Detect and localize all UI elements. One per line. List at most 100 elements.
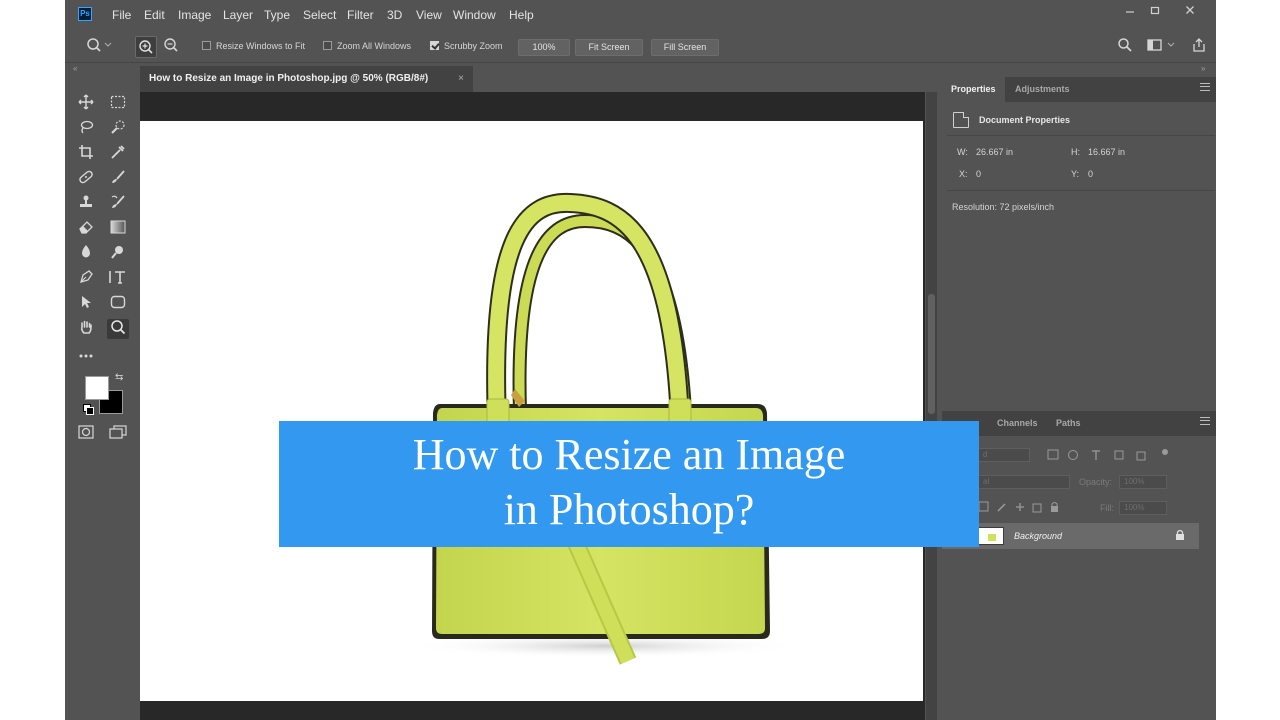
blend-mode-select[interactable]: al bbox=[978, 475, 1070, 489]
swap-colors-icon[interactable]: ⇆ bbox=[115, 372, 123, 383]
zoom-level-field[interactable]: 100% bbox=[518, 39, 570, 56]
shape-tool-icon[interactable] bbox=[107, 294, 129, 314]
more-tools-icon[interactable] bbox=[75, 344, 97, 364]
fit-screen-button[interactable]: Fit Screen bbox=[575, 39, 643, 56]
panel-menu-icon[interactable] bbox=[1200, 417, 1210, 425]
menu-layer[interactable]: Layer bbox=[223, 8, 253, 22]
close-document-icon[interactable]: × bbox=[458, 66, 464, 92]
zoom-all-windows-label: Zoom All Windows bbox=[337, 41, 412, 51]
width-label: W: bbox=[957, 147, 968, 157]
banner-title-line-2: in Photoshop? bbox=[503, 485, 755, 534]
quick-mask-icon[interactable] bbox=[75, 424, 97, 444]
path-selection-tool-icon[interactable] bbox=[75, 294, 97, 314]
panel-menu-icon[interactable] bbox=[1200, 83, 1210, 91]
banner-title-line-1: How to Resize an Image bbox=[412, 430, 846, 479]
canvas-area[interactable] bbox=[140, 92, 925, 720]
photoshop-logo: Ps bbox=[78, 7, 92, 21]
resolution-text: Resolution: 72 pixels/inch bbox=[952, 202, 1055, 212]
menu-type[interactable]: Type bbox=[264, 8, 290, 22]
document-canvas[interactable] bbox=[140, 121, 923, 701]
zoom-tool-icon[interactable] bbox=[107, 319, 129, 339]
pen-tool-icon[interactable] bbox=[75, 269, 97, 289]
collapse-toolbar-icon[interactable]: « bbox=[73, 63, 77, 75]
collapse-panels-icon[interactable]: » bbox=[1201, 63, 1205, 75]
tab-channels[interactable]: Channels bbox=[988, 411, 1047, 436]
dodge-tool-icon[interactable] bbox=[107, 244, 129, 264]
minimize-icon[interactable] bbox=[1119, 4, 1141, 20]
default-colors-icon[interactable] bbox=[83, 404, 94, 415]
tab-paths[interactable]: Paths bbox=[1047, 411, 1090, 436]
menu-select[interactable]: Select bbox=[303, 8, 336, 22]
share-icon[interactable] bbox=[1189, 37, 1209, 58]
search-icon[interactable] bbox=[1115, 37, 1135, 58]
menu-view[interactable]: View bbox=[416, 8, 442, 22]
menu-image[interactable]: Image bbox=[178, 8, 211, 22]
layers-panel: Channels Paths d al Opacity: 100% Fill: … bbox=[942, 411, 1216, 720]
screen-mode-icon[interactable] bbox=[107, 424, 129, 444]
layer-kind-filter[interactable]: d bbox=[978, 448, 1030, 462]
crop-tool-icon[interactable] bbox=[75, 144, 97, 164]
properties-divider bbox=[947, 135, 1215, 136]
width-value[interactable]: 26.667 in bbox=[976, 147, 1013, 157]
canvas-vertical-scrollbar[interactable] bbox=[926, 92, 937, 720]
document-tab-title: How to Resize an Image in Photoshop.jpg … bbox=[149, 73, 429, 84]
foreground-color-swatch[interactable] bbox=[85, 376, 109, 400]
layers-tab-bar: Channels Paths bbox=[942, 411, 1216, 436]
resize-windows-label: Resize Windows to Fit bbox=[216, 41, 306, 51]
properties-tab-bar: Properties Adjustments bbox=[942, 77, 1216, 102]
fill-field[interactable]: 100% bbox=[1119, 501, 1167, 515]
menu-filter[interactable]: Filter bbox=[347, 8, 374, 22]
opacity-field[interactable]: 100% bbox=[1119, 475, 1167, 489]
layer-filter-icons[interactable] bbox=[1047, 449, 1172, 464]
lasso-tool-icon[interactable] bbox=[75, 119, 97, 139]
tab-adjustments[interactable]: Adjustments bbox=[1006, 77, 1079, 102]
workspace-switcher-icon[interactable] bbox=[1145, 37, 1177, 58]
quick-selection-tool-icon[interactable] bbox=[107, 119, 129, 139]
gradient-tool-icon[interactable] bbox=[107, 219, 129, 239]
fill-screen-button[interactable]: Fill Screen bbox=[651, 39, 719, 56]
eyedropper-tool-icon[interactable] bbox=[107, 144, 129, 164]
layer-thumbnail bbox=[978, 527, 1004, 545]
scrollbar-thumb[interactable] bbox=[928, 294, 935, 414]
document-properties-title: Document Properties bbox=[979, 115, 1071, 125]
y-label: Y: bbox=[1071, 169, 1080, 179]
zoom-all-windows-checkbox[interactable]: Zoom All Windows bbox=[323, 41, 411, 51]
layer-name: Background bbox=[1014, 531, 1063, 541]
resize-windows-checkbox[interactable]: Resize Windows to Fit bbox=[202, 41, 305, 51]
lock-icon[interactable] bbox=[1175, 529, 1185, 543]
y-value[interactable]: 0 bbox=[1088, 169, 1093, 179]
clone-stamp-tool-icon[interactable] bbox=[75, 194, 97, 214]
photoshop-window: Ps File Edit Image Layer Type Select Fil… bbox=[65, 0, 1217, 720]
zoom-tool-preset-icon[interactable] bbox=[85, 37, 113, 58]
options-bar: Resize Windows to Fit Zoom All Windows S… bbox=[65, 31, 1217, 63]
menu-3d[interactable]: 3D bbox=[387, 8, 402, 22]
document-tab[interactable]: How to Resize an Image in Photoshop.jpg … bbox=[140, 66, 473, 92]
eraser-tool-icon[interactable] bbox=[75, 219, 97, 239]
height-value[interactable]: 16.667 in bbox=[1088, 147, 1125, 157]
type-tool-icon[interactable] bbox=[107, 269, 129, 289]
brush-tool-icon[interactable] bbox=[107, 169, 129, 189]
scrubby-zoom-checkbox[interactable]: Scrubby Zoom bbox=[430, 41, 503, 51]
tab-properties[interactable]: Properties bbox=[942, 77, 1005, 102]
close-icon[interactable] bbox=[1179, 4, 1201, 20]
menu-file[interactable]: File bbox=[112, 8, 131, 22]
layer-row-background[interactable]: Background bbox=[942, 523, 1199, 549]
menu-edit[interactable]: Edit bbox=[144, 8, 165, 22]
page-margin-right bbox=[1216, 0, 1280, 720]
blur-tool-icon[interactable] bbox=[75, 244, 97, 264]
healing-brush-tool-icon[interactable] bbox=[75, 169, 97, 189]
zoom-in-icon[interactable] bbox=[135, 36, 157, 58]
hand-tool-icon[interactable] bbox=[75, 319, 97, 339]
zoom-out-icon[interactable] bbox=[161, 37, 181, 58]
history-brush-tool-icon[interactable] bbox=[107, 194, 129, 214]
title-banner: How to Resize an Image in Photoshop? bbox=[279, 421, 979, 547]
move-tool-icon[interactable] bbox=[75, 94, 97, 114]
x-value[interactable]: 0 bbox=[976, 169, 981, 179]
marquee-tool-icon[interactable] bbox=[107, 94, 129, 114]
menu-window[interactable]: Window bbox=[453, 8, 496, 22]
restore-icon[interactable] bbox=[1144, 4, 1166, 20]
opacity-label: Opacity: bbox=[1079, 477, 1113, 487]
lock-icons[interactable] bbox=[978, 501, 1078, 516]
menu-help[interactable]: Help bbox=[509, 8, 534, 22]
tools-panel: ⇆ bbox=[75, 90, 135, 450]
